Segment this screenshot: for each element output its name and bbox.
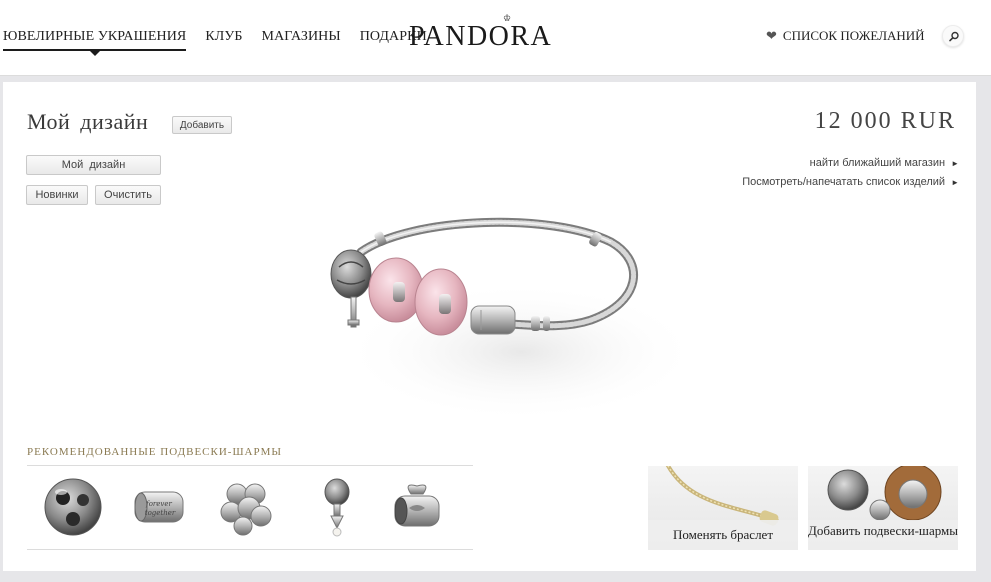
find-store-label: найти ближайший магазин: [809, 157, 946, 169]
clear-button[interactable]: Очистить: [95, 185, 161, 205]
add-button[interactable]: Добавить: [172, 116, 232, 134]
search-button[interactable]: [942, 25, 964, 47]
print-list-link[interactable]: Посмотреть/напечатать список изделий ►: [742, 176, 959, 188]
charm-item-dangle[interactable]: [305, 474, 369, 540]
pandora-logo[interactable]: PANDORA ♔: [409, 13, 553, 53]
arrow-right-icon: ►: [951, 159, 959, 168]
heart-icon: ❤: [766, 28, 777, 43]
charm-item-bow[interactable]: [385, 474, 449, 540]
recommended-title: РЕКОМЕНДОВАННЫЕ ПОДВЕСКИ-ШАРМЫ: [27, 446, 282, 458]
search-icon: [949, 31, 959, 42]
divider: [27, 465, 473, 466]
design-panel: Мой дизайн Добавить Мой дизайн Новинки О…: [3, 82, 976, 571]
add-charms-label: Добавить подвески-шармы: [808, 520, 958, 550]
add-charms-tile[interactable]: Добавить подвески-шармы: [808, 466, 958, 550]
change-bracelet-label: Поменять браслет: [648, 520, 798, 550]
logo-text: PANDORA: [409, 21, 553, 52]
my-design-button[interactable]: Мой дизайн: [26, 155, 161, 175]
change-bracelet-tile[interactable]: Поменять браслет: [648, 466, 798, 550]
wishlist-link[interactable]: ❤ СПИСОК ПОЖЕЛАНИЙ: [766, 28, 925, 44]
print-list-label: Посмотреть/напечатать список изделий: [742, 176, 946, 188]
total-price: 12 000 RUR: [814, 108, 956, 134]
page-title: Мой дизайн: [27, 109, 149, 134]
main-nav: ЮВЕЛИРНЫЕ УКРАШЕНИЯ КЛУБ МАГАЗИНЫ ПОДАРК…: [3, 29, 446, 56]
charm-item-cluster[interactable]: [215, 474, 279, 540]
arrow-right-icon: ►: [951, 178, 959, 187]
crown-icon: ♔: [503, 13, 512, 23]
nav-jewelry[interactable]: ЮВЕЛИРНЫЕ УКРАШЕНИЯ: [3, 29, 187, 56]
svg-text:forever: forever: [145, 500, 172, 508]
nav-club[interactable]: КЛУБ: [205, 29, 242, 51]
nav-stores[interactable]: МАГАЗИНЫ: [262, 29, 341, 51]
bracelet-image: [330, 217, 701, 422]
find-store-link[interactable]: найти ближайший магазин ►: [810, 157, 959, 169]
divider: [27, 549, 473, 550]
charm-item-together[interactable]: forever together: [127, 474, 191, 540]
charm-item-ball[interactable]: [41, 474, 105, 540]
wishlist-label: СПИСОК ПОЖЕЛАНИЙ: [782, 28, 925, 43]
svg-text:together: together: [145, 509, 176, 517]
new-items-button[interactable]: Новинки: [26, 185, 88, 205]
site-header: ЮВЕЛИРНЫЕ УКРАШЕНИЯ КЛУБ МАГАЗИНЫ ПОДАРК…: [0, 0, 991, 76]
